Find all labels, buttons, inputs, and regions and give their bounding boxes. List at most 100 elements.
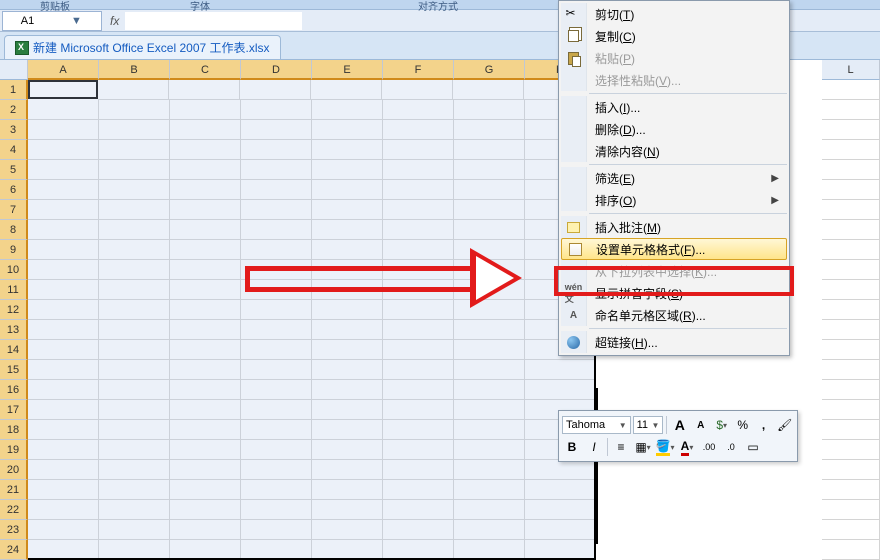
cell[interactable] [383, 460, 454, 480]
cell[interactable] [822, 260, 880, 280]
cell[interactable] [241, 180, 312, 200]
cell[interactable] [383, 420, 454, 440]
cell[interactable] [170, 100, 241, 120]
cell[interactable] [822, 460, 880, 480]
percent-format-button[interactable]: % [733, 415, 752, 435]
col-header[interactable]: G [454, 60, 525, 80]
cell[interactable] [312, 380, 383, 400]
font-size-dropdown[interactable]: 11 ▼ [633, 416, 664, 434]
cell[interactable] [383, 260, 454, 280]
cell[interactable] [312, 100, 383, 120]
cell[interactable] [28, 180, 99, 200]
cell[interactable] [28, 140, 99, 160]
cell[interactable] [525, 360, 596, 380]
cell[interactable] [383, 340, 454, 360]
cell[interactable] [28, 460, 99, 480]
cell[interactable] [312, 200, 383, 220]
cell[interactable] [98, 80, 169, 100]
cell[interactable] [241, 460, 312, 480]
col-header[interactable]: F [383, 60, 454, 80]
cell[interactable] [822, 340, 880, 360]
row-header[interactable]: 6 [0, 180, 28, 200]
row-header[interactable]: 16 [0, 380, 28, 400]
cell[interactable] [99, 460, 170, 480]
cell[interactable] [312, 500, 383, 520]
cell[interactable] [241, 420, 312, 440]
font-color-button[interactable]: A▾ [677, 437, 697, 457]
cell[interactable] [312, 240, 383, 260]
cell[interactable] [241, 300, 312, 320]
cell[interactable] [170, 440, 241, 460]
cell[interactable] [170, 400, 241, 420]
row-header[interactable]: 21 [0, 480, 28, 500]
cell[interactable] [383, 480, 454, 500]
cell[interactable] [241, 140, 312, 160]
cell[interactable] [312, 160, 383, 180]
cell[interactable] [170, 460, 241, 480]
row-header[interactable]: 17 [0, 400, 28, 420]
cell[interactable] [312, 340, 383, 360]
cell[interactable] [28, 360, 99, 380]
cell[interactable] [312, 280, 383, 300]
cell[interactable] [383, 400, 454, 420]
cell[interactable] [454, 260, 525, 280]
cell[interactable] [241, 320, 312, 340]
cell[interactable] [28, 480, 99, 500]
cell[interactable] [822, 320, 880, 340]
cell[interactable] [454, 300, 525, 320]
cell[interactable] [383, 220, 454, 240]
cell[interactable] [241, 100, 312, 120]
row-header[interactable]: 2 [0, 100, 28, 120]
cell[interactable] [454, 140, 525, 160]
comma-format-button[interactable]: , [754, 415, 773, 435]
cell[interactable] [312, 320, 383, 340]
col-header[interactable]: C [170, 60, 241, 80]
cell[interactable] [28, 540, 99, 560]
row-header[interactable]: 18 [0, 420, 28, 440]
cell[interactable] [383, 520, 454, 540]
cell[interactable] [170, 120, 241, 140]
cell[interactable] [525, 500, 596, 520]
cell[interactable] [170, 180, 241, 200]
cell[interactable] [28, 280, 99, 300]
cell[interactable] [383, 300, 454, 320]
cell[interactable] [525, 380, 596, 400]
cell[interactable] [822, 360, 880, 380]
cell[interactable] [99, 240, 170, 260]
menu-clear-contents[interactable]: 清除内容(N) [561, 140, 787, 162]
col-header[interactable]: L [822, 60, 880, 80]
cell[interactable] [170, 300, 241, 320]
menu-filter[interactable]: 筛选(E) ▶ [561, 167, 787, 189]
cell[interactable] [822, 500, 880, 520]
cell[interactable] [312, 420, 383, 440]
cell[interactable] [241, 500, 312, 520]
cell[interactable] [28, 440, 99, 460]
cell[interactable] [822, 480, 880, 500]
cell[interactable] [454, 360, 525, 380]
menu-name-range[interactable]: A 命名单元格区域(R)... [561, 304, 787, 326]
cell[interactable] [822, 160, 880, 180]
cell[interactable] [99, 300, 170, 320]
cell[interactable] [28, 240, 99, 260]
center-align-button[interactable]: ≡ [611, 437, 631, 457]
row-header[interactable]: 10 [0, 260, 28, 280]
cell[interactable] [454, 460, 525, 480]
cell[interactable] [383, 360, 454, 380]
cell[interactable] [822, 200, 880, 220]
cell[interactable] [99, 100, 170, 120]
cell[interactable] [99, 160, 170, 180]
menu-copy[interactable]: 复制(C) [561, 25, 787, 47]
cell[interactable] [312, 400, 383, 420]
cell[interactable] [99, 320, 170, 340]
cell[interactable] [241, 360, 312, 380]
cell[interactable] [383, 440, 454, 460]
cell[interactable] [454, 420, 525, 440]
cell[interactable] [383, 540, 454, 560]
menu-insert[interactable]: 插入(I)... [561, 96, 787, 118]
cell[interactable] [99, 420, 170, 440]
col-header[interactable]: A [28, 60, 99, 80]
cell[interactable] [454, 160, 525, 180]
borders-button[interactable]: ▦▾ [633, 437, 653, 457]
merge-cells-button[interactable]: ▭ [743, 437, 763, 457]
cell[interactable] [99, 260, 170, 280]
